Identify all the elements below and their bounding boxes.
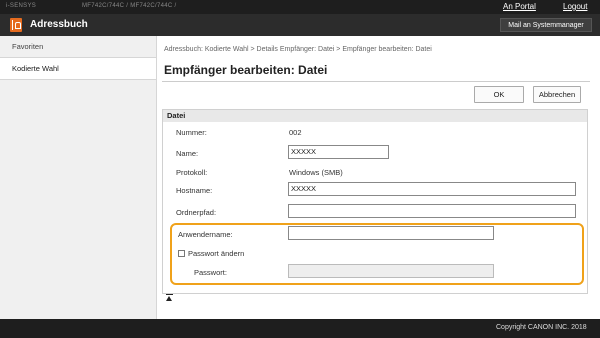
app-title: Adressbuch: [30, 19, 88, 30]
password-label: Passwort:: [194, 268, 227, 277]
folder-path-field[interactable]: [288, 204, 576, 218]
page-title: Empfänger bearbeiten: Datei: [164, 63, 328, 77]
panel-heading: Datei: [163, 110, 587, 122]
protocol-value: Windows (SMB): [289, 168, 343, 177]
scroll-to-top-icon[interactable]: [166, 294, 173, 301]
sidebar-item-kodierte-wahl[interactable]: Kodierte Wahl: [0, 58, 156, 80]
top-bar: i-SENSYS MF742C/744C / MF742C/744C / An …: [0, 0, 600, 14]
username-field[interactable]: [288, 226, 494, 240]
sidebar-item-favoriten[interactable]: Favoriten: [0, 36, 156, 58]
change-password-checkbox[interactable]: [178, 250, 185, 257]
breadcrumb: Adressbuch: Kodierte Wahl > Details Empf…: [164, 46, 432, 53]
device-model: MF742C/744C / MF742C/744C /: [82, 3, 177, 9]
logout-link[interactable]: Logout: [563, 2, 587, 11]
protocol-label: Protokoll:: [176, 168, 208, 177]
copyright-text: Copyright CANON INC. 2018: [496, 324, 587, 331]
name-field[interactable]: XXXXX: [288, 145, 389, 159]
folder-path-label: Ordnerpfad:: [176, 208, 217, 217]
footer: Copyright CANON INC. 2018: [0, 319, 600, 338]
change-password-label: Passwort ändern: [188, 249, 245, 258]
number-value: 002: [289, 128, 302, 137]
mail-systemmanager-button[interactable]: Mail an Systemmanager: [500, 18, 592, 32]
portal-link[interactable]: An Portal: [503, 2, 536, 11]
password-field[interactable]: [288, 264, 494, 278]
username-label: Anwendername:: [178, 230, 233, 239]
cancel-button[interactable]: Abbrechen: [533, 86, 581, 103]
hostname-label: Hostname:: [176, 186, 213, 195]
device-name: i-SENSYS: [6, 3, 37, 9]
name-label: Name:: [176, 149, 199, 158]
title-divider: [162, 81, 590, 82]
address-book-icon: [10, 18, 22, 32]
ok-button[interactable]: OK: [474, 86, 524, 103]
app-header: Adressbuch Mail an Systemmanager: [0, 14, 600, 36]
sidebar: Favoriten Kodierte Wahl: [0, 36, 157, 319]
number-label: Nummer:: [176, 128, 207, 137]
hostname-field[interactable]: XXXXX: [288, 182, 576, 196]
